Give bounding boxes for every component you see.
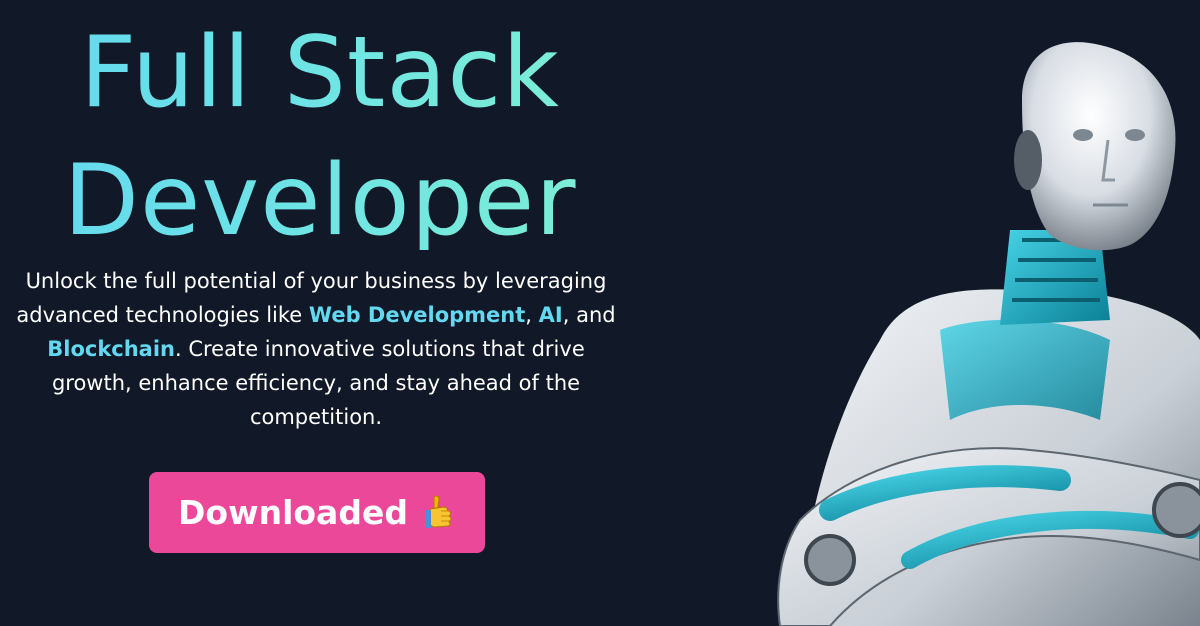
description-separator-2: , and xyxy=(562,303,616,327)
description-separator-1: , xyxy=(525,303,539,327)
hero-title-line-1: Full Stack xyxy=(0,24,640,122)
downloaded-button[interactable]: Downloaded xyxy=(149,472,485,553)
thumbs-up-icon xyxy=(422,493,456,533)
downloaded-button-label: Downloaded xyxy=(178,493,408,532)
hero-title-line-2: Developer xyxy=(0,152,640,250)
highlight-blockchain: Blockchain xyxy=(47,337,175,361)
highlight-ai: AI xyxy=(538,303,563,327)
highlight-web-development: Web Development xyxy=(308,303,526,327)
hero-section: Full Stack Developer Unlock the full pot… xyxy=(0,0,640,626)
hero-page: Full Stack Developer Unlock the full pot… xyxy=(0,0,1200,626)
robot-illustration xyxy=(760,40,1200,626)
hero-description: Unlock the full potential of your busine… xyxy=(10,264,622,434)
